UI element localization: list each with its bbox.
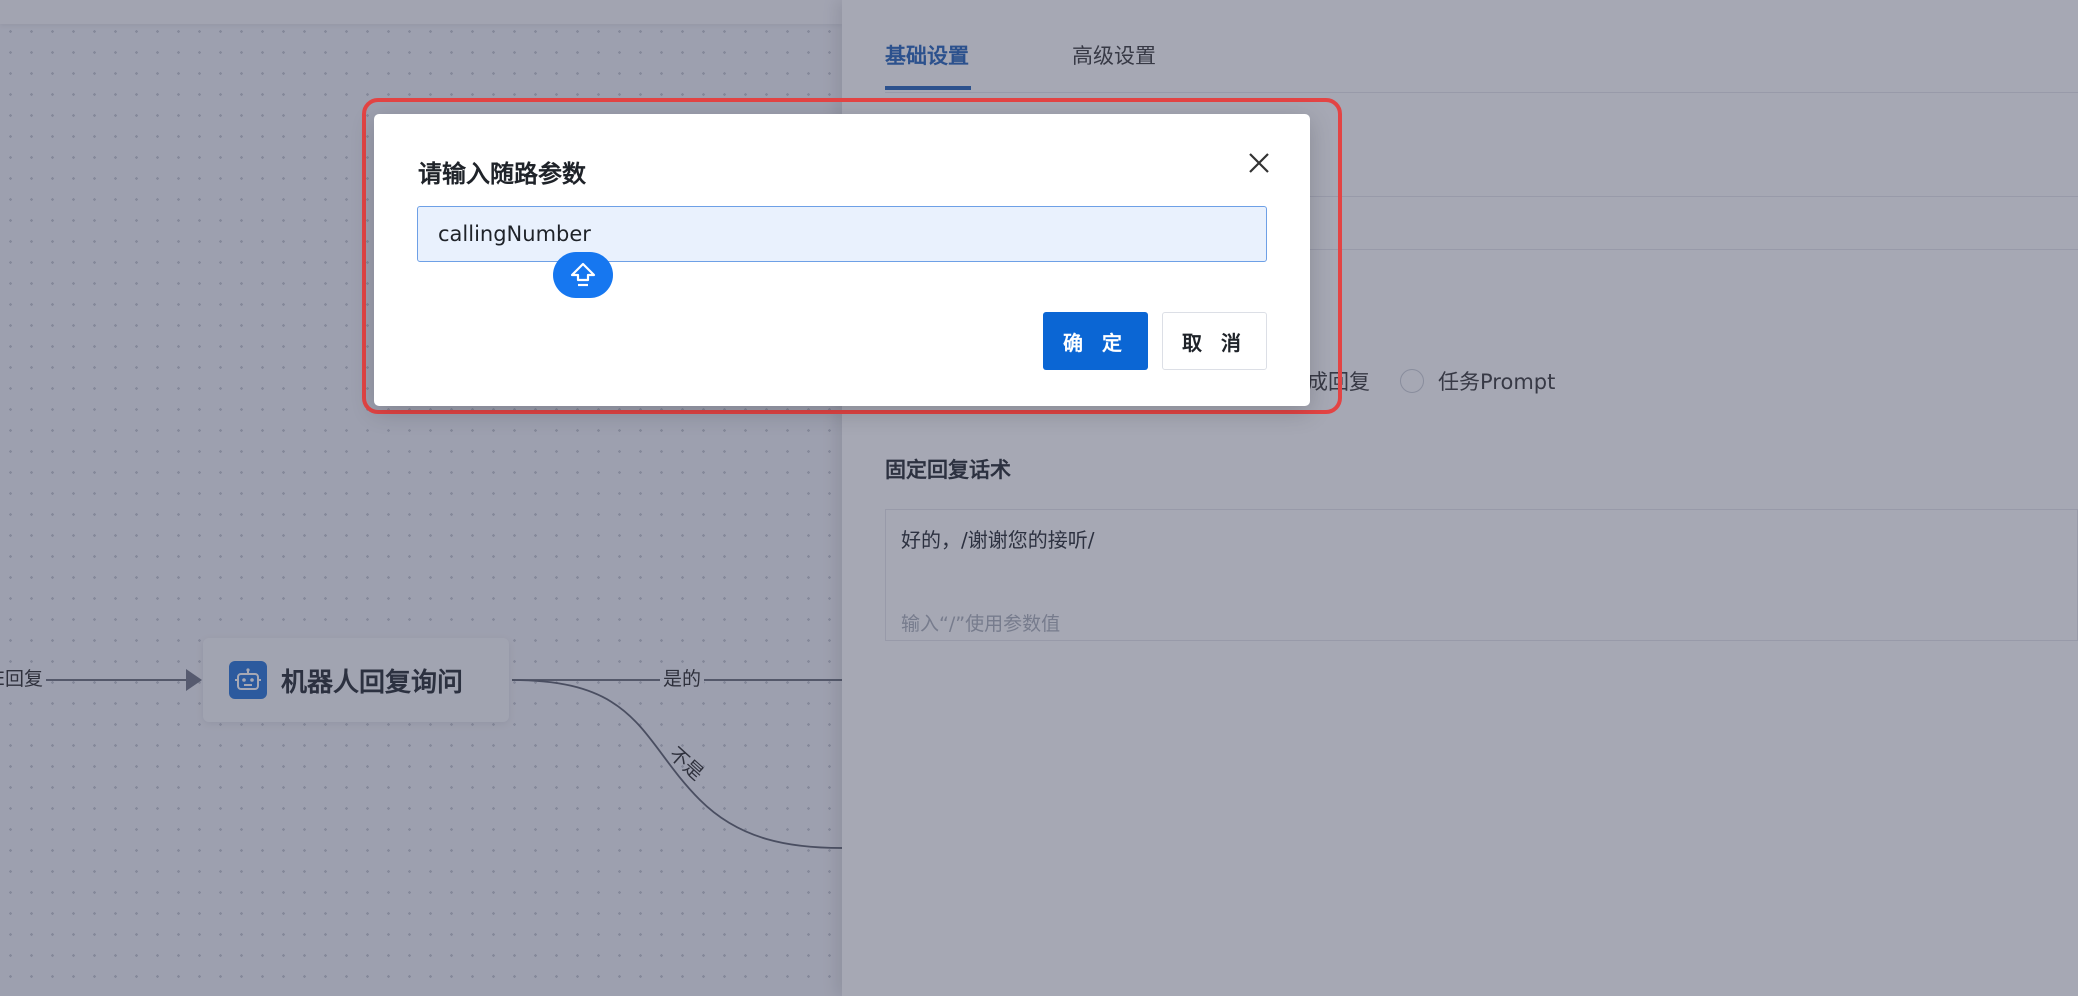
param-input-dialog: 请输入随路参数 确 定 取 消 [374, 114, 1310, 406]
dialog-title: 请输入随路参数 [418, 160, 586, 188]
param-input[interactable] [417, 206, 1267, 262]
close-icon[interactable] [1244, 148, 1274, 178]
shift-arrow-icon[interactable] [553, 252, 613, 298]
confirm-button[interactable]: 确 定 [1043, 312, 1148, 370]
cancel-button[interactable]: 取 消 [1162, 312, 1267, 370]
